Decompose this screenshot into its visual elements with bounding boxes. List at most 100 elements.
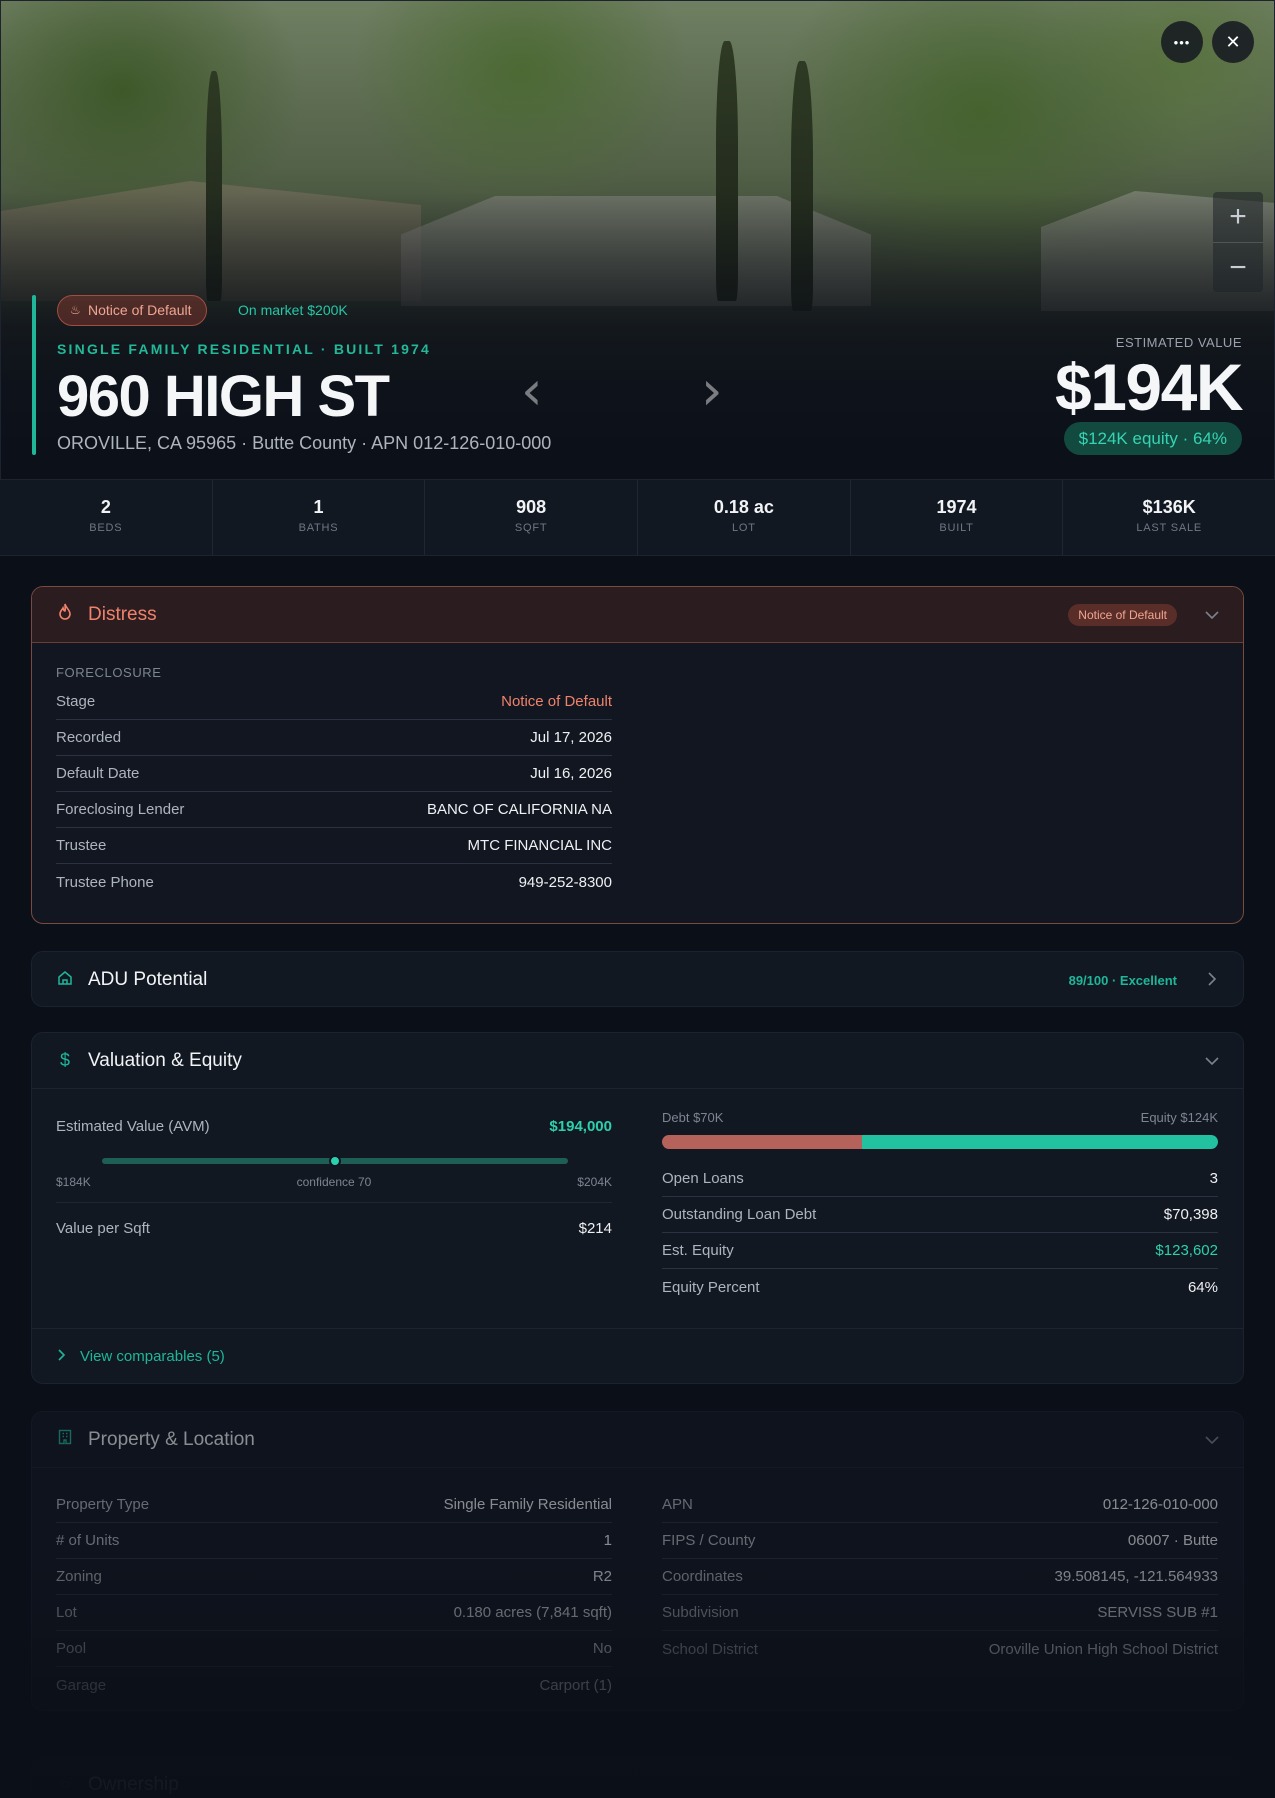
on-market-label: On market $200K: [238, 302, 348, 318]
kv-row: Zoning R2: [56, 1559, 612, 1595]
stat-beds: 2 BEDS: [0, 480, 213, 555]
estimated-value: $194K: [1055, 350, 1244, 424]
kv-key: Garage: [56, 1676, 107, 1694]
kv-key: FIPS / County: [662, 1532, 756, 1549]
property-right-column: APN 012-126-010-000 FIPS / County 06007 · …: [662, 1487, 1218, 1667]
kv-value: No: [592, 1640, 612, 1657]
stat-lot: 0.18 ac LOT: [638, 480, 851, 555]
kv-row: Subdivision SERVISS SUB #1: [662, 1595, 1218, 1631]
kv-row: Garage Carport (1): [56, 1667, 612, 1703]
kv-key: Foreclosing Lender: [56, 801, 185, 818]
equity-segment: [862, 1135, 1218, 1149]
property-title: Property & Location: [88, 1428, 255, 1450]
flame-icon: [56, 603, 74, 626]
kv-value: $123,602: [1155, 1242, 1218, 1259]
chevron-down-icon[interactable]: [1205, 1432, 1219, 1448]
kv-value: Jul 17, 2026: [530, 729, 612, 746]
chevron-right-icon[interactable]: [1205, 971, 1219, 989]
ownership-card: ○ Ownership: [31, 1756, 1244, 1798]
stat-built: 1974 BUILT: [851, 480, 1064, 555]
stat-value: 908: [516, 497, 547, 517]
hero-photo[interactable]: ‹ › ••• ✕ + − ♨ Notice of Default On mar…: [0, 0, 1275, 480]
kv-value: 39.508145, -121.564933: [1054, 1568, 1218, 1585]
next-photo-icon[interactable]: ›: [701, 359, 723, 422]
value-per-sqft: Value per Sqft $214: [56, 1210, 612, 1246]
adu-header[interactable]: ADU Potential 89/100 · Excellent: [32, 952, 1243, 1006]
kv-value: 06007 · Butte: [1127, 1532, 1218, 1549]
more-options-button[interactable]: •••: [1161, 21, 1203, 63]
distress-header[interactable]: Distress Notice of Default: [32, 587, 1243, 643]
ownership-header[interactable]: ○ Ownership: [32, 1757, 1243, 1798]
kv-value: Carport (1): [539, 1676, 612, 1694]
kv-key: Trustee: [56, 837, 107, 854]
kv-row: Lot 0.180 acres (7,841 sqft): [56, 1595, 612, 1631]
property-header[interactable]: Property & Location: [32, 1412, 1243, 1468]
kv-value: 64%: [1187, 1278, 1218, 1296]
kv-row: School District Oroville Union High Schoo…: [662, 1631, 1218, 1667]
user-icon: ○: [60, 1776, 70, 1793]
kv-value: Jul 16, 2026: [530, 765, 612, 782]
stat-label: BATHS: [298, 522, 339, 534]
range-high: $204K: [577, 1175, 612, 1189]
valuation-card: $ Valuation & Equity Estimated Value (AV…: [31, 1032, 1244, 1384]
kv-key: # of Units: [56, 1532, 120, 1549]
badge-label: Notice of Default: [88, 302, 192, 318]
property-location-card: Property & Location Property Type Single …: [31, 1411, 1244, 1711]
kv-value: 012-126-010-000: [1102, 1496, 1218, 1513]
stat-value: 1974: [936, 497, 977, 517]
kv-key: Open Loans: [662, 1170, 744, 1187]
prev-photo-icon[interactable]: ‹: [521, 359, 543, 422]
view-comparables-link[interactable]: View comparables (5): [32, 1328, 1243, 1383]
close-button[interactable]: ✕: [1212, 21, 1254, 63]
home-icon: [56, 970, 74, 991]
avm-section: Estimated Value (AVM) $194,000: [56, 1109, 612, 1143]
kv-key: Default Date: [56, 765, 140, 782]
kv-row: Open Loans 3: [662, 1161, 1218, 1197]
building-icon: [56, 1429, 74, 1450]
kv-key: APN: [662, 1496, 693, 1513]
view-comparables-label: View comparables (5): [80, 1348, 225, 1365]
stat-sqft: 908 SQFT: [425, 480, 639, 555]
chevron-down-icon[interactable]: [1205, 607, 1219, 623]
kv-row: Property Type Single Family Residential: [56, 1487, 612, 1523]
avm-marker: [329, 1155, 341, 1167]
debt-equity-bar: [662, 1135, 1218, 1149]
zoom-out-button[interactable]: −: [1213, 242, 1263, 292]
property-type-line: SINGLE FAMILY RESIDENTIAL · BUILT 1974: [57, 341, 432, 357]
kv-key: Property Type: [56, 1496, 150, 1513]
adu-title: ADU Potential: [88, 969, 208, 990]
kv-key: Outstanding Loan Debt: [662, 1206, 817, 1223]
sub-address: OROVILLE, CA 95965 · Butte County · APN …: [57, 433, 552, 453]
stat-value: 2: [100, 497, 111, 517]
kv-key: Estimated Value (AVM): [56, 1117, 210, 1135]
kv-key: Est. Equity: [662, 1242, 734, 1259]
adu-score: 89/100 · Excellent: [1068, 972, 1177, 988]
adu-card[interactable]: ADU Potential 89/100 · Excellent: [31, 951, 1244, 1007]
chevron-down-icon[interactable]: [1205, 1053, 1219, 1069]
stat-label: LAST SALE: [1136, 522, 1203, 534]
kv-key: School District: [662, 1640, 758, 1658]
equity-pill: $124K equity · 64%: [1063, 422, 1242, 455]
kv-key: Recorded: [56, 729, 122, 746]
kv-row: Foreclosing Lender BANC OF CALIFORNIA NA: [56, 792, 612, 828]
valuation-header[interactable]: $ Valuation & Equity: [32, 1033, 1243, 1089]
dollar-icon: $: [59, 1050, 70, 1070]
kv-row: Pool No: [56, 1631, 612, 1667]
stat-last-sale: $136K LAST SALE: [1063, 480, 1275, 555]
flame-icon: ♨: [70, 303, 81, 317]
kv-row: Estimated Value (AVM) $194,000: [56, 1109, 612, 1143]
kv-value: R2: [592, 1568, 612, 1585]
map-zoom-control: + −: [1213, 192, 1263, 292]
kv-key: Stage: [56, 693, 96, 710]
loan-details: Open Loans 3 Outstanding Loan Debt $70,398…: [662, 1161, 1218, 1305]
kv-key: Equity Percent: [662, 1278, 760, 1296]
kv-row: Stage Notice of Default: [56, 684, 612, 720]
kv-row: Est. Equity $123,602: [662, 1233, 1218, 1269]
kv-row: Trustee Phone 949-252-8300: [56, 864, 612, 900]
distress-title: Distress: [88, 603, 157, 625]
stat-value: 0.18 ac: [713, 497, 774, 517]
kv-row: Coordinates 39.508145, -121.564933: [662, 1559, 1218, 1595]
zoom-in-button[interactable]: +: [1213, 192, 1263, 242]
equity-label: Equity $124K: [1140, 1110, 1218, 1125]
kv-key: Coordinates: [662, 1568, 743, 1585]
